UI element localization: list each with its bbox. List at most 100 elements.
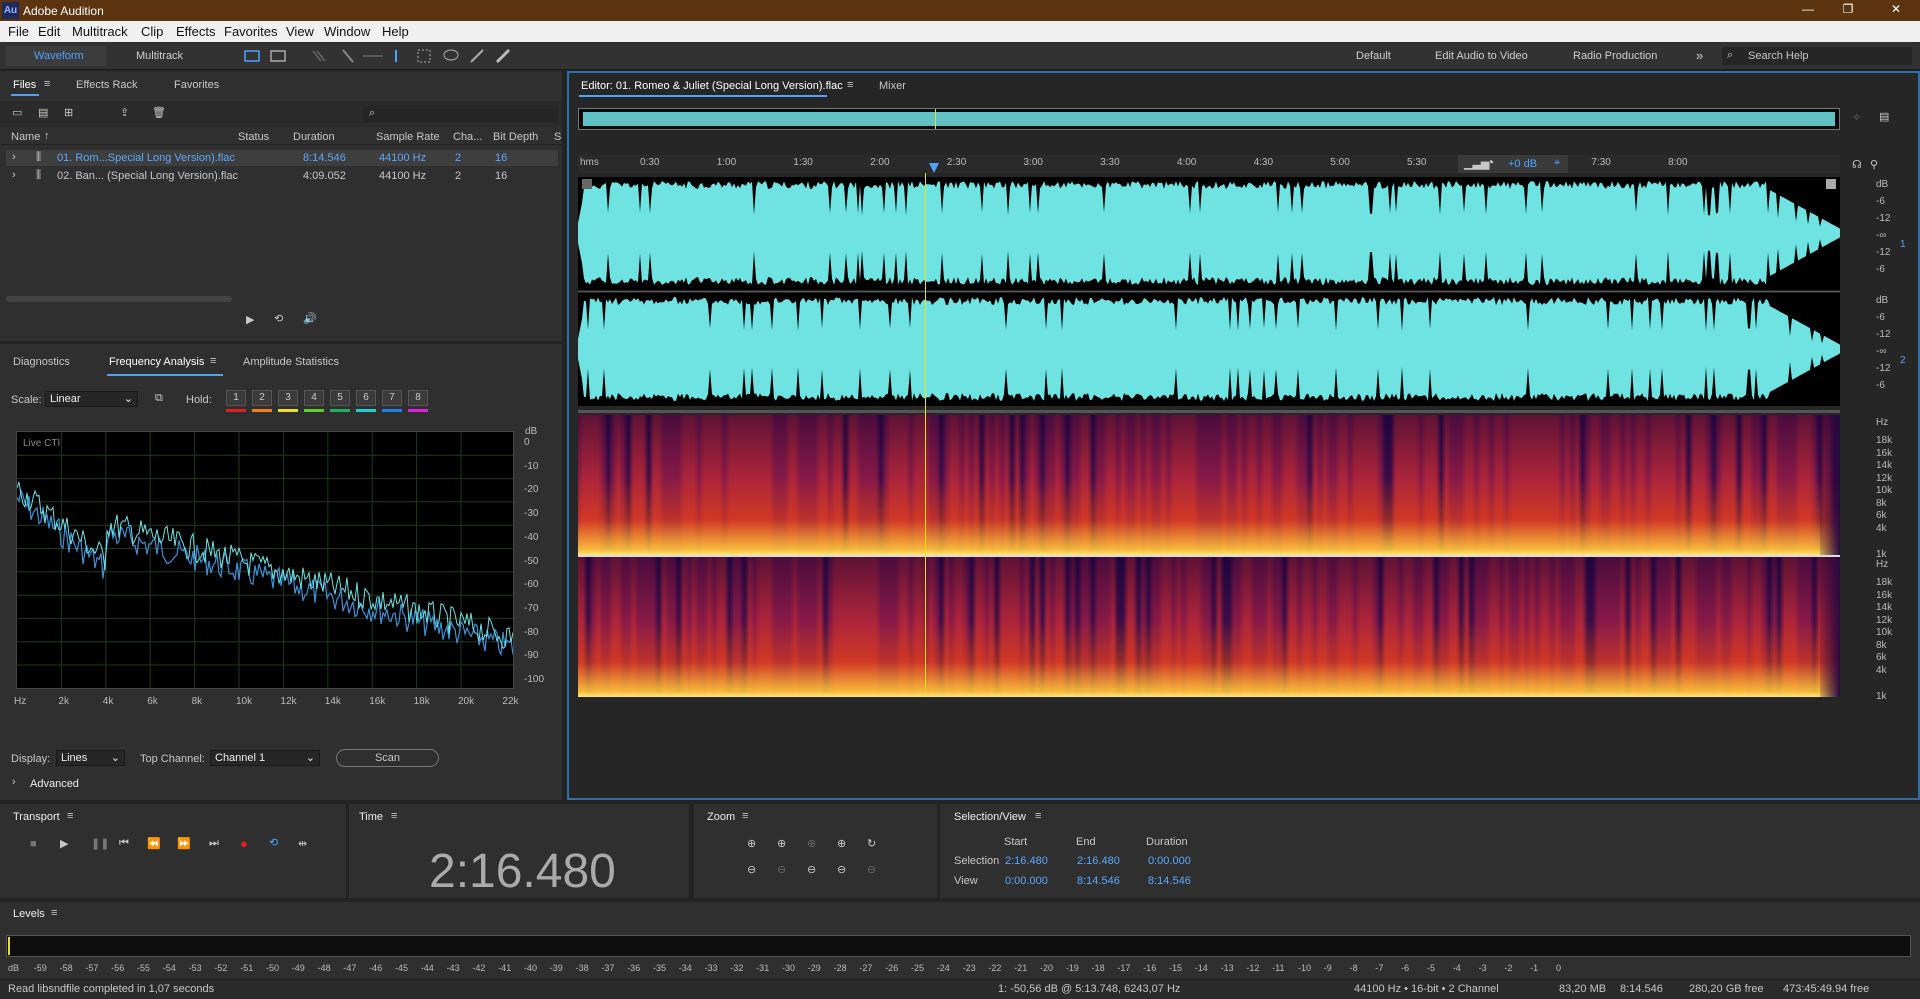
gain-knob-icon[interactable]: ◔ [1486,154,1494,170]
loop-icon[interactable]: ⟲ [269,836,278,849]
table-row[interactable]: › ⫼ 01. Rom...Special Long Version).flac… [6,150,558,166]
col-sample-rate[interactable]: Sample Rate [376,131,440,143]
menu-favorites[interactable]: Favorites [224,24,277,39]
tab-favorites[interactable]: Favorites [174,79,219,91]
hud-gain-control[interactable]: ▁▃▅ ◔ +0 dB ⌖ [1458,154,1568,173]
zoom-full-icon[interactable]: ✧ [1852,111,1861,124]
display-dropdown[interactable]: Lines ⌄ [56,750,125,766]
close-icon[interactable]: ✕ [1886,2,1906,18]
col-status[interactable]: Status [238,131,269,143]
hold-button-7[interactable]: 7 [382,390,402,406]
col-name[interactable]: Name [11,131,40,143]
selection-duration[interactable]: 0:00.000 [1148,855,1191,867]
play-icon[interactable]: ▶ [60,837,68,850]
tab-effects-rack[interactable]: Effects Rack [76,79,138,91]
editor-tab[interactable]: Editor: 01. Romeo & Juliet (Special Long… [581,80,843,92]
zoom-reset-icon[interactable]: ↻ [867,837,876,850]
panel-menu-icon[interactable]: ≡ [67,810,73,822]
corner-handle-icon[interactable] [1826,179,1836,189]
hold-button-2[interactable]: 2 [252,390,272,406]
playhead-marker[interactable] [929,163,939,173]
zoom-out-point-icon[interactable]: ⊖ [837,863,846,876]
menu-view[interactable]: View [286,24,314,39]
expand-chevron-icon[interactable]: › [12,169,16,181]
panel-menu-icon[interactable]: ≡ [44,78,50,90]
rewind-icon[interactable]: ⏪ [147,837,161,850]
scale-dropdown[interactable]: Linear ⌄ [45,391,138,407]
workspace-edit-audio-to-video[interactable]: Edit Audio to Video [1435,46,1528,66]
hold-button-1[interactable]: 1 [226,390,246,406]
autoplay-icon[interactable]: 🔊 [303,312,317,325]
overview-navigator[interactable] [578,108,1840,130]
hold-button-8[interactable]: 8 [408,390,428,406]
split-handle[interactable] [578,410,1840,413]
zoom-selection-icon[interactable]: ⊕ [807,837,816,850]
panel-menu-icon[interactable]: ≡ [1035,810,1041,822]
stop-icon[interactable]: ■ [30,838,37,850]
panel-menu-icon[interactable]: ≡ [391,810,397,822]
selection-start[interactable]: 2:16.480 [1005,855,1048,867]
menu-help[interactable]: Help [382,24,409,39]
col-bit-depth[interactable]: Bit Depth [493,131,538,143]
zoom-full-time-icon[interactable]: ⊖ [867,863,876,876]
zoom-in-time-icon[interactable]: ⊕ [777,837,786,850]
fast-forward-icon[interactable]: ⏩ [177,837,191,850]
expand-chevron-icon[interactable]: › [12,151,16,163]
marker-icon[interactable]: ⚲ [1870,158,1878,171]
col-channels[interactable]: Cha... [453,131,482,143]
spectral-channel-2[interactable] [578,557,1840,697]
multitrack-button[interactable]: Multitrack [114,46,194,66]
panel-menu-icon[interactable]: ≡ [51,907,57,919]
zoom-in-point-icon[interactable]: ⊕ [837,837,846,850]
workspace-radio-production[interactable]: Radio Production [1573,46,1657,66]
horizontal-scrollbar[interactable] [6,296,232,302]
pin-hud-icon[interactable]: ⌖ [1554,157,1560,170]
col-duration[interactable]: Duration [293,131,335,143]
menu-effects[interactable]: Effects [176,24,216,39]
col-s[interactable]: S [554,131,561,143]
menu-multitrack[interactable]: Multitrack [72,24,128,39]
table-row[interactable]: › ⫼ 02. Ban... (Special Long Version).fl… [6,168,558,184]
tab-files[interactable]: Files [13,79,36,91]
spectral-channel-1[interactable] [578,415,1840,555]
headphones-icon[interactable]: ☊ [1852,158,1862,171]
waveform-channel-2[interactable] [578,293,1840,406]
zoom-out-time-icon[interactable]: ⊖ [777,863,786,876]
channel-1-label[interactable]: 1 [1900,239,1906,250]
pause-icon[interactable]: ❚❚ [91,837,109,850]
menu-edit[interactable]: Edit [38,24,60,39]
record-icon[interactable]: ● [240,836,248,851]
playhead-line[interactable] [925,173,926,697]
channel-2-label[interactable]: 2 [1900,355,1906,366]
skip-selection-icon[interactable]: ⇹ [298,837,307,850]
hold-button-3[interactable]: 3 [278,390,298,406]
import-file-icon[interactable]: ▤ [38,106,48,119]
scan-button[interactable]: Scan [336,749,439,767]
panel-menu-icon[interactable]: ≡ [847,79,853,91]
tab-diagnostics[interactable]: Diagnostics [13,356,70,368]
view-options-icon[interactable]: ▤ [1879,110,1889,123]
skip-back-icon[interactable]: ⏮ [119,837,129,850]
waveform-channel-1[interactable] [578,177,1840,290]
insert-into-multitrack-icon[interactable]: ⇪ [120,106,129,119]
panel-menu-icon[interactable]: ≡ [210,355,216,367]
time-ruler[interactable]: hms 0:30 1:00 1:30 2:00 2:30 3:00 3:30 4:00 4:30 5… [578,154,1840,173]
workspace-default[interactable]: Default [1356,46,1391,66]
menu-window[interactable]: Window [324,24,370,39]
tab-amplitude-statistics[interactable]: Amplitude Statistics [243,356,339,368]
advanced-chevron-icon[interactable]: › [12,776,16,788]
hold-button-4[interactable]: 4 [304,390,324,406]
play-preview-icon[interactable]: ▶ [246,313,254,326]
selection-end[interactable]: 2:16.480 [1077,855,1120,867]
hold-button-5[interactable]: 5 [330,390,350,406]
menu-file[interactable]: File [8,24,29,39]
tool-icons-row[interactable] [243,48,513,64]
advanced-label[interactable]: Advanced [30,778,79,790]
view-start[interactable]: 0:00.000 [1005,875,1048,887]
more-workspaces-icon[interactable]: » [1696,46,1703,66]
copy-graph-icon[interactable]: ⧉ [155,392,163,405]
waveform-button[interactable]: Waveform [6,46,106,66]
top-channel-dropdown[interactable]: Channel 1 ⌄ [210,750,320,766]
skip-forward-icon[interactable]: ⏭ [209,837,219,850]
files-search-input[interactable]: ⌕ [363,105,558,122]
